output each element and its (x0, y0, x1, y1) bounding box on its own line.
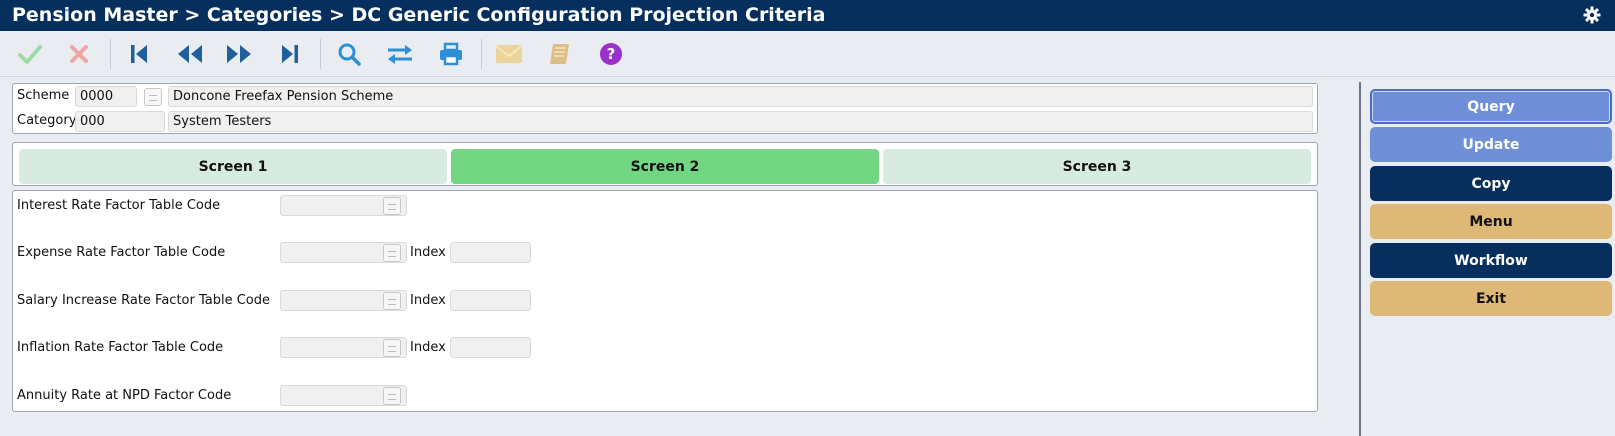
tab-screen-3-label: Screen 3 (1062, 158, 1132, 175)
tab-screen-1-label: Screen 1 (198, 158, 268, 175)
inflation-rate-label: Inflation Rate Factor Table Code (17, 340, 224, 355)
tab-screen-3[interactable]: Screen 3 (883, 149, 1311, 184)
previous-record-icon[interactable] (175, 39, 205, 69)
expense-rate-lookup-icon[interactable] (383, 244, 401, 262)
mail-icon[interactable] (494, 39, 524, 69)
salary-increase-lookup-icon[interactable] (383, 292, 401, 310)
accept-icon[interactable] (15, 39, 45, 69)
category-name-field: System Testers (168, 111, 1313, 132)
expense-index-label: Index (410, 245, 446, 260)
update-button[interactable]: Update (1370, 127, 1612, 162)
tab-screen-2-label: Screen 2 (630, 158, 700, 175)
tab-screen-2[interactable]: Screen 2 (451, 149, 879, 184)
search-icon[interactable] (334, 39, 364, 69)
expense-rate-label: Expense Rate Factor Table Code (17, 245, 226, 260)
gear-icon[interactable] (1583, 6, 1601, 24)
last-record-icon[interactable] (275, 39, 305, 69)
query-button[interactable]: Query (1370, 89, 1612, 124)
interest-rate-lookup-icon[interactable] (383, 197, 401, 215)
tab-screen-1[interactable]: Screen 1 (19, 149, 447, 184)
query-button-label: Query (1467, 98, 1515, 115)
menu-button[interactable]: Menu (1370, 204, 1612, 239)
exit-button[interactable]: Exit (1370, 281, 1612, 316)
scheme-code-field[interactable]: 0000 (75, 86, 137, 107)
next-record-icon[interactable] (224, 39, 254, 69)
inflation-index-label: Index (410, 340, 446, 355)
copy-button[interactable]: Copy (1370, 166, 1612, 201)
first-record-icon[interactable] (124, 39, 154, 69)
toolbar-separator (110, 39, 111, 69)
toolbar: ? (0, 31, 1615, 77)
category-code-field[interactable]: 000 (75, 111, 165, 132)
annuity-rate-lookup-icon[interactable] (383, 387, 401, 405)
expense-index-field[interactable] (450, 242, 531, 263)
window-title: Pension Master > Categories > DC Generic… (12, 4, 826, 26)
help-icon[interactable]: ? (596, 39, 626, 69)
workflow-button-label: Workflow (1454, 252, 1528, 269)
interest-rate-label: Interest Rate Factor Table Code (17, 198, 221, 213)
copy-button-label: Copy (1471, 175, 1511, 192)
category-label: Category (17, 113, 77, 128)
scheme-label: Scheme (17, 88, 70, 103)
salary-increase-label: Salary Increase Rate Factor Table Code (17, 293, 271, 308)
title-bar: Pension Master > Categories > DC Generic… (0, 0, 1615, 31)
toolbar-separator (320, 39, 321, 69)
inflation-index-field[interactable] (450, 337, 531, 358)
panel-divider (1359, 82, 1361, 436)
notes-icon[interactable] (545, 39, 575, 69)
update-button-label: Update (1462, 136, 1520, 153)
annuity-rate-label: Annuity Rate at NPD Factor Code (17, 388, 232, 403)
salary-index-label: Index (410, 293, 446, 308)
exit-button-label: Exit (1475, 290, 1507, 307)
workflow-button[interactable]: Workflow (1370, 243, 1612, 278)
toolbar-separator (481, 39, 482, 69)
svg-text:?: ? (607, 45, 616, 63)
scheme-name-field: Doncone Freefax Pension Scheme (168, 86, 1313, 107)
scheme-lookup-icon[interactable] (144, 88, 162, 106)
cancel-icon[interactable] (64, 39, 94, 69)
inflation-rate-lookup-icon[interactable] (383, 339, 401, 357)
swap-icon[interactable] (385, 39, 415, 69)
print-icon[interactable] (436, 39, 466, 69)
salary-index-field[interactable] (450, 290, 531, 311)
menu-button-label: Menu (1469, 213, 1513, 230)
